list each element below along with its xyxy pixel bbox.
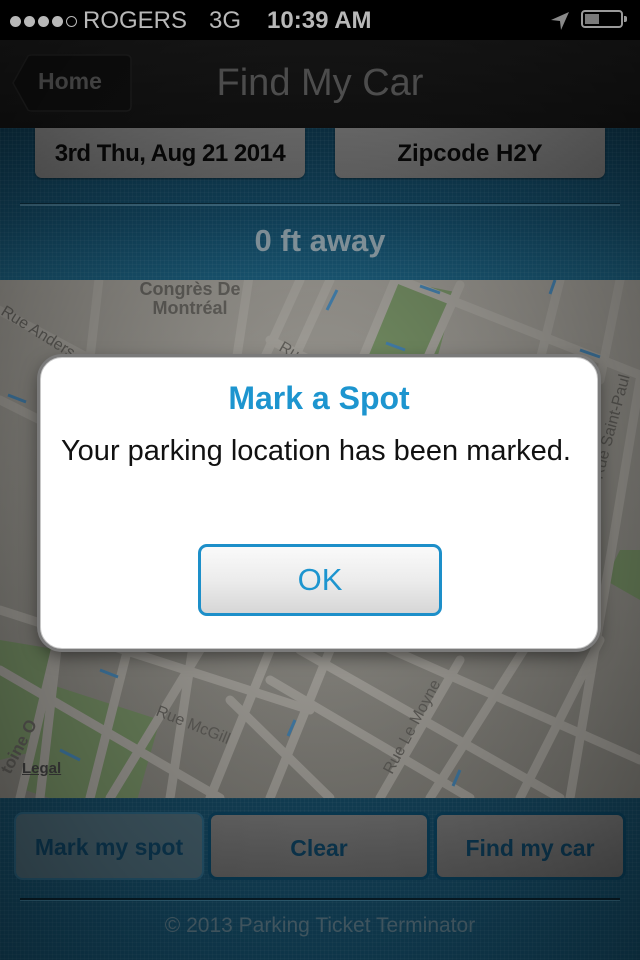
alert-dialog: Mark a Spot Your parking location has be… [40, 357, 598, 649]
page-title: Find My Car [216, 62, 424, 104]
clock: 10:39 AM [267, 7, 372, 34]
toolbar: Mark my spot Clear Find my car © 2013 Pa… [0, 798, 640, 960]
mark-my-spot-button[interactable]: Mark my spot [14, 812, 204, 880]
alert-message: Your parking location has been marked. [61, 435, 571, 467]
alert-title: Mark a Spot [228, 380, 410, 416]
location-arrow-icon [551, 12, 569, 30]
clear-button[interactable]: Clear [208, 812, 430, 880]
carrier-name: ROGERS [83, 7, 188, 34]
distance-readout: 0 ft away [254, 223, 386, 258]
zipcode-display[interactable]: Zipcode H2Y [335, 128, 605, 178]
status-bar: ROGERS 3G 10:39 AM [0, 0, 640, 40]
network-type: 3G [209, 7, 242, 34]
ok-button[interactable]: OK [198, 544, 442, 616]
signal-strength-icon [10, 15, 77, 27]
find-my-car-button[interactable]: Find my car [434, 812, 626, 880]
divider [20, 203, 620, 206]
legal-link[interactable]: Legal [22, 760, 61, 777]
navigation-bar: Home Find My Car [0, 40, 640, 128]
map-label-poi-2: Montréal [152, 298, 227, 318]
battery-icon [581, 10, 627, 28]
divider [20, 898, 620, 901]
info-panel: 3rd Thu, Aug 21 2014 Zipcode H2Y 0 ft aw… [0, 128, 640, 280]
map-label-poi-1: Congrès De [139, 280, 240, 299]
copyright-text: © 2013 Parking Ticket Terminator [164, 914, 476, 937]
date-display[interactable]: 3rd Thu, Aug 21 2014 [35, 128, 305, 178]
